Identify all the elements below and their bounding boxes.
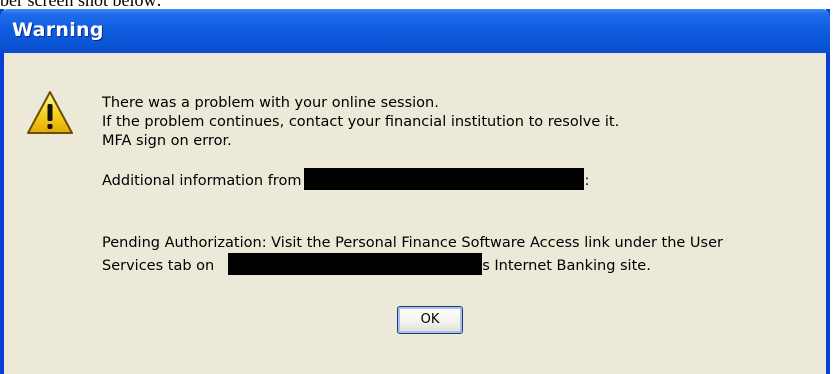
additional-info-line: Additional information from: [102, 168, 589, 191]
dialog-title: Warning [12, 19, 104, 41]
redaction-bar [228, 253, 483, 275]
additional-info-prefix: Additional information from [102, 173, 302, 189]
message-line-1: There was a problem with your online ses… [102, 95, 439, 111]
dialog-titlebar[interactable]: Warning [0, 9, 830, 53]
warning-triangle-icon [27, 91, 73, 134]
pending-line-2-prefix: Services tab on [102, 258, 215, 274]
pending-line-2: Services tab on s Internet Banking site. [102, 253, 651, 276]
pending-line-2-suffix: s Internet Banking site. [482, 258, 651, 274]
screenshot-page: ber screen shot below: Warning There was… [0, 0, 834, 374]
dialog-body: There was a problem with your online ses… [4, 53, 826, 374]
additional-info-suffix: : [584, 173, 590, 189]
message-line-3: MFA sign on error. [102, 133, 232, 149]
message-line-2: If the problem continues, contact your f… [102, 114, 620, 130]
redaction-bar [304, 168, 585, 190]
pending-line-1: Pending Authorization: Visit the Persona… [102, 235, 723, 251]
ok-button[interactable]: OK [397, 306, 463, 334]
warning-dialog: Warning There was a problem with your on… [0, 9, 830, 374]
